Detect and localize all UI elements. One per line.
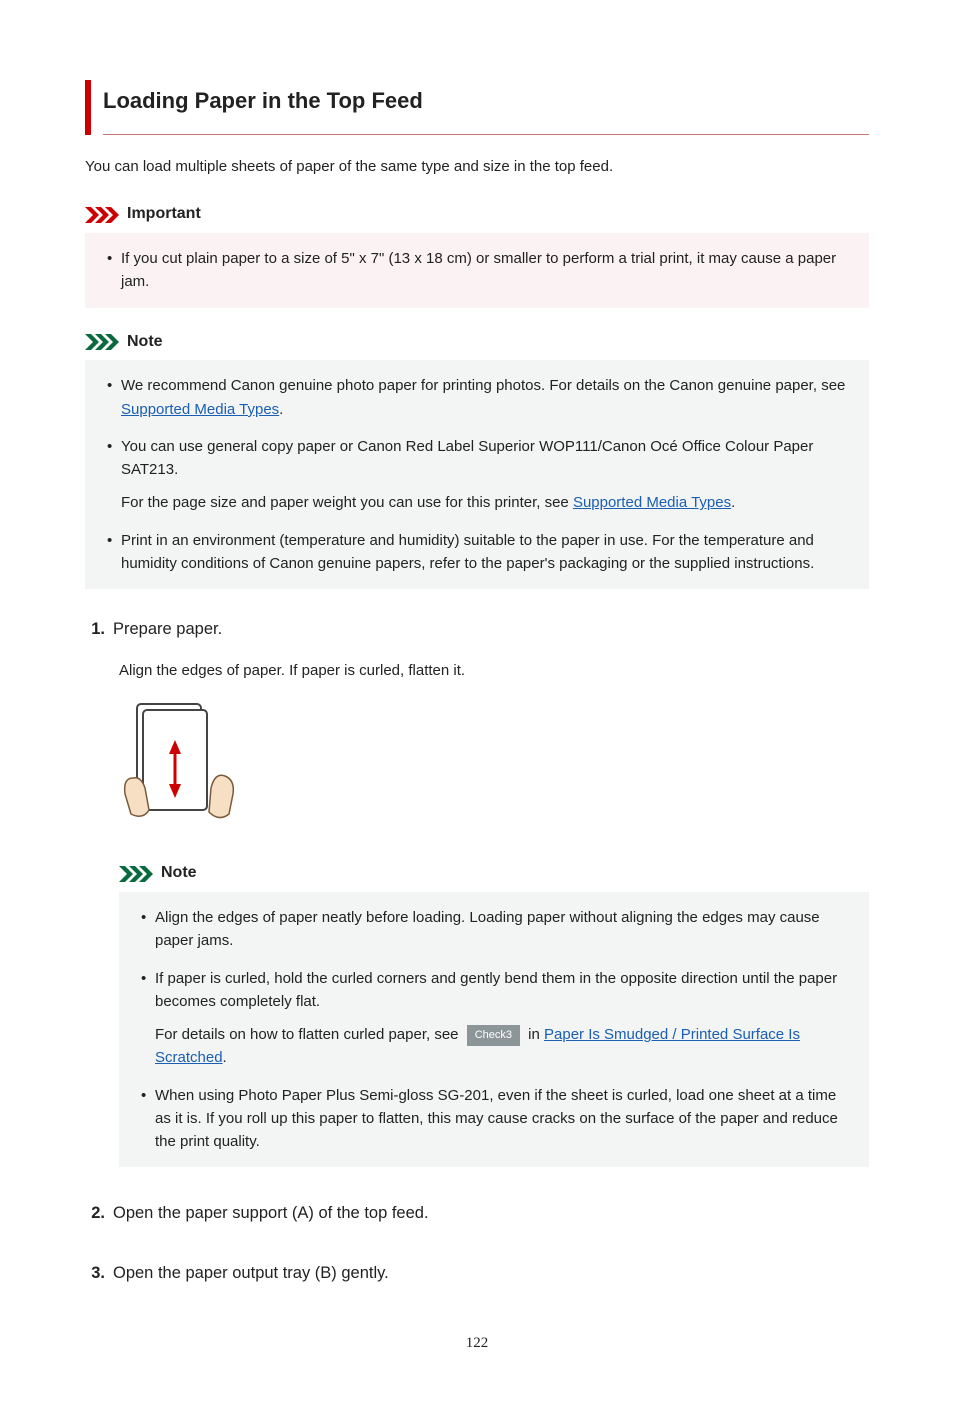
note-text: . (731, 494, 735, 511)
steps-list: 1 Prepare paper. Align the edges of pape… (85, 617, 869, 1286)
note-text: You can use general copy paper or Canon … (121, 438, 813, 478)
step-title: Open the paper output tray (B) gently. (113, 1261, 389, 1287)
page-number: 122 (85, 1332, 869, 1355)
note-item: Print in an environment (temperature and… (105, 529, 853, 576)
note-text: We recommend Canon genuine photo paper f… (121, 377, 845, 394)
note-text: If paper is curled, hold the curled corn… (155, 970, 837, 1010)
note-body: We recommend Canon genuine photo paper f… (85, 360, 869, 589)
step-note-body: Align the edges of paper neatly before l… (119, 892, 869, 1167)
title-divider (103, 134, 869, 135)
step-title: Open the paper support (A) of the top fe… (113, 1201, 429, 1227)
note-text: For the page size and paper weight you c… (121, 494, 573, 511)
step: 2 Open the paper support (A) of the top … (85, 1201, 869, 1227)
note-text: . (223, 1049, 227, 1066)
step-note-item: If paper is curled, hold the curled corn… (139, 967, 853, 1070)
intro-text: You can load multiple sheets of paper of… (85, 155, 869, 178)
step-note-item: When using Photo Paper Plus Semi-gloss S… (139, 1084, 853, 1154)
important-item: If you cut plain paper to a size of 5" x… (105, 247, 853, 294)
page-title-block: Loading Paper in the Top Feed (85, 80, 869, 135)
note-head: Note (85, 330, 869, 355)
check-badge: Check3 (467, 1025, 520, 1046)
step-note-item: Align the edges of paper neatly before l… (139, 906, 853, 953)
link-supported-media-types[interactable]: Supported Media Types (121, 401, 279, 418)
step-note-head: Note (119, 861, 869, 886)
chevron-icon (119, 866, 153, 882)
step: 3 Open the paper output tray (B) gently. (85, 1261, 869, 1287)
step-note-callout: Note Align the edges of paper neatly bef… (119, 861, 869, 1167)
step-number: 1 (85, 617, 105, 643)
chevron-icon (85, 334, 119, 350)
link-supported-media-types[interactable]: Supported Media Types (573, 494, 731, 511)
note-item: You can use general copy paper or Canon … (105, 435, 853, 515)
note-sub: For the page size and paper weight you c… (121, 491, 853, 514)
important-callout: Important If you cut plain paper to a si… (85, 202, 869, 307)
step-body-text: Align the edges of paper. If paper is cu… (119, 659, 869, 682)
important-body: If you cut plain paper to a size of 5" x… (85, 233, 869, 308)
note-text: in (524, 1026, 544, 1043)
document-page: Loading Paper in the Top Feed You can lo… (0, 0, 954, 1406)
note-item: We recommend Canon genuine photo paper f… (105, 374, 853, 421)
step: 1 Prepare paper. Align the edges of pape… (85, 617, 869, 1167)
important-label: Important (127, 202, 201, 227)
chevron-icon (85, 207, 119, 223)
note-text: . (279, 401, 283, 418)
note-label: Note (127, 330, 163, 355)
paper-align-illustration (119, 698, 869, 835)
step-number: 2 (85, 1201, 105, 1227)
important-head: Important (85, 202, 869, 227)
step-note-label: Note (161, 861, 197, 886)
step-title: Prepare paper. (113, 617, 222, 643)
step-number: 3 (85, 1261, 105, 1287)
page-title: Loading Paper in the Top Feed (103, 80, 869, 128)
note-callout: Note We recommend Canon genuine photo pa… (85, 330, 869, 590)
note-text: For details on how to flatten curled pap… (155, 1026, 463, 1043)
note-sub: For details on how to flatten curled pap… (155, 1023, 853, 1070)
